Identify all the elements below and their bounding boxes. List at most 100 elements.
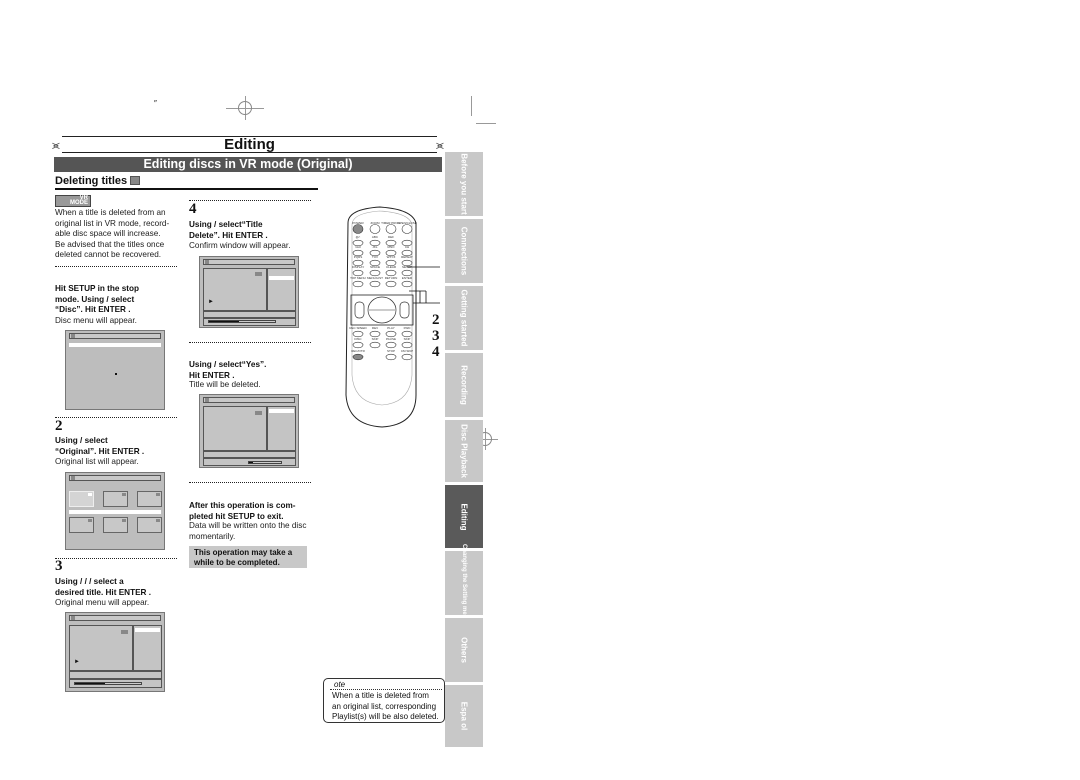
callout-step-4: 4: [432, 344, 440, 360]
remote-button-label: STOP: [387, 349, 395, 353]
remote-button-label: PQRS: [354, 255, 363, 259]
info-row: [203, 451, 296, 458]
remote-button-fwd: [401, 330, 413, 338]
remote-button-label: PAUSE: [386, 337, 396, 341]
tab-disc-playback[interactable]: Disc Playback: [445, 420, 483, 482]
screen-titlebar: [69, 333, 161, 339]
banner-right-cap: ⪤: [436, 138, 444, 152]
step-4-result: Confirm window will appear.: [189, 241, 291, 250]
tab-label: Connections: [459, 226, 469, 276]
highlighted-menu-item: [69, 343, 161, 347]
note-line: When a title is deleted from: [332, 691, 429, 700]
original-list-screen: [65, 472, 165, 550]
tab-connections[interactable]: Connections: [445, 219, 483, 283]
remote-button-label: DEF: [388, 235, 394, 239]
note-divider: [330, 689, 442, 690]
step-6-instruction: After this operation is com- pleted hit …: [189, 501, 295, 522]
note-box: ote When a title is deleted from an orig…: [323, 678, 445, 723]
instruction-line: After this operation is com-: [189, 501, 296, 510]
info-row: [203, 311, 296, 318]
tab-label: Disc Playback: [459, 424, 469, 478]
remote-button-rec-speed: [352, 330, 364, 338]
instruction-line: Using / / / select a: [55, 577, 124, 586]
remote-button-pause: [385, 341, 397, 349]
disc-space-bar: [208, 320, 276, 323]
banner-left-cap: ⪤: [52, 138, 60, 152]
remote-button-label: FWD: [404, 326, 412, 330]
preview-badge: [255, 411, 262, 415]
remote-button-label: SPACE: [370, 265, 380, 269]
screen-titlebar: [69, 615, 161, 621]
step-1-result: Disc menu will appear.: [55, 316, 137, 325]
remote-button-label: PLAY: [387, 326, 394, 330]
remote-button-label: CH: [405, 245, 409, 249]
disc-menu-screen: [65, 330, 165, 410]
disc-space-bar: [74, 682, 142, 685]
step-6-result: Data will be written onto the disc momen…: [189, 521, 306, 542]
instruction-line: Using / select“Yes”.: [189, 360, 267, 369]
remote-button-clear: [385, 269, 397, 277]
result-line: Data will be written onto the disc: [189, 521, 307, 530]
remote-button-label: SKIP: [404, 337, 411, 341]
tab-label: Before you start: [459, 153, 469, 215]
remote-button-timer-prog-: [385, 224, 397, 234]
step-divider: [189, 342, 311, 343]
instruction-line: “Disc”. Hit ENTER .: [55, 305, 131, 315]
intro-line: When a title is deleted from an: [55, 208, 166, 217]
intro-line: deleted cannot be recovered.: [55, 250, 162, 260]
remote-button-label: REC/OTR: [351, 349, 365, 353]
result-line: momentarily.: [189, 531, 236, 541]
remote-button-rec-otr: [352, 353, 364, 361]
step-number: 2: [55, 418, 63, 434]
tab-label: Recording: [459, 365, 469, 405]
remote-button-cm-skip: [401, 353, 413, 361]
title-thumbnail: [103, 517, 128, 533]
remote-button-label: RETURN: [385, 276, 398, 280]
remote-button-setup: [401, 269, 413, 277]
vr-badge-bottom: MODE: [70, 200, 88, 206]
tab-editing[interactable]: Editing: [445, 485, 483, 548]
warning-line: This operation may take a: [194, 548, 293, 557]
disc-icon: [71, 334, 75, 338]
preview-badge: [121, 630, 128, 634]
edit-icon: [130, 176, 141, 185]
confirm-window-screen: ►: [199, 256, 299, 328]
remote-button-open-close: [401, 224, 413, 234]
cursor-dot: [115, 373, 117, 375]
step-divider: [189, 482, 311, 483]
remote-button-menu-list: [369, 280, 381, 288]
highlighted-menu-item: [269, 276, 294, 280]
instruction-line: Using / select“Title: [189, 220, 263, 229]
step-divider: [189, 200, 311, 201]
highlighted-menu-item: [135, 628, 160, 632]
step-divider: [55, 558, 177, 559]
vr-mode-badge: VR MODE: [55, 195, 91, 207]
disc-icon: [205, 398, 209, 402]
note-line: an original list, corresponding: [332, 701, 437, 711]
tab-before-you-start[interactable]: Before you start: [445, 152, 483, 216]
play-marker-icon: ►: [208, 299, 214, 305]
step-number: 4: [189, 201, 197, 217]
remote-control: POWER ZOOM TIMER PROG.OPEN/CLOSE@/: ABC DEFG…: [345, 206, 440, 428]
tab-espanol[interactable]: Espa ol: [445, 685, 483, 747]
remote-button-power: [352, 224, 364, 234]
remote-button-zoom: [369, 224, 381, 234]
tab-changing-setting-menu[interactable]: Changing the Setting menu: [445, 544, 483, 622]
step-2-instruction: Using / select “Original”. Hit ENTER .: [55, 436, 144, 457]
tab-label: Espa ol: [459, 701, 469, 731]
remote-button-label: @/:: [356, 235, 361, 239]
tab-getting-started[interactable]: Getting started: [445, 286, 483, 350]
title-thumbnail: [69, 517, 94, 533]
remote-button-play: [385, 330, 397, 338]
callout-step-3: 3: [432, 328, 440, 344]
tab-label: Changing the Setting menu: [461, 544, 467, 622]
tab-recording[interactable]: Recording: [445, 353, 483, 417]
crop-mark-v: [471, 96, 472, 116]
step-divider: [55, 266, 177, 267]
tab-label: Editing: [459, 502, 469, 531]
instruction-line: desired title. Hit ENTER .: [55, 587, 151, 597]
remote-button-return: [385, 280, 397, 288]
disc-icon: [205, 260, 209, 264]
tab-others[interactable]: Others: [445, 618, 483, 682]
title-deleted-screen: [199, 394, 299, 468]
